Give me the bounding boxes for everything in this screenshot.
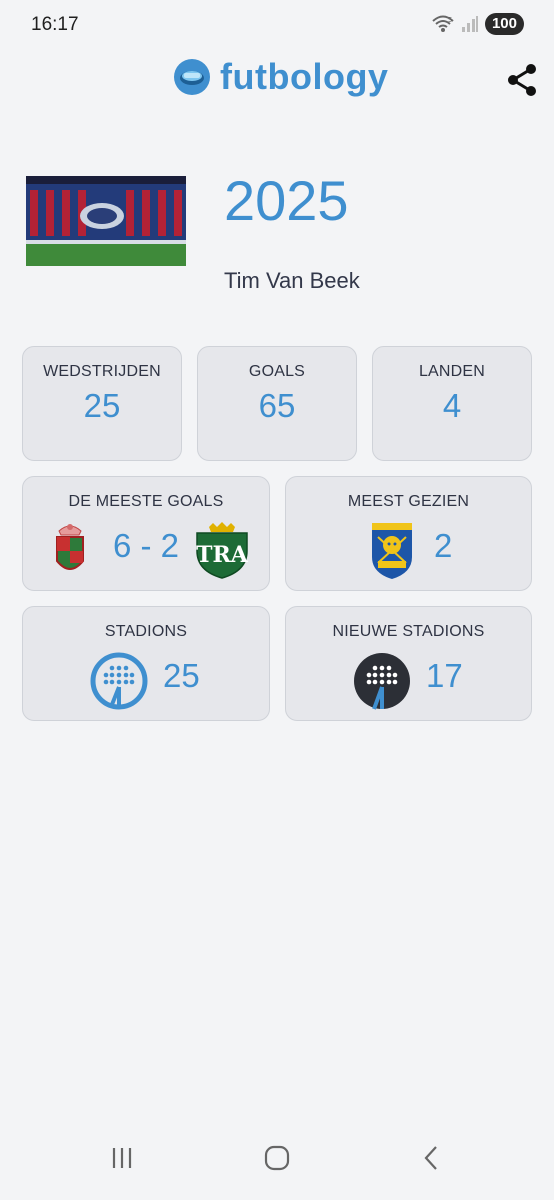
most-seen-label: MEEST GEZIEN <box>347 493 470 510</box>
countries-label: LANDEN <box>418 363 486 380</box>
matches-card[interactable]: WEDSTRIJDEN 25 <box>22 346 182 461</box>
matches-value: 25 <box>83 387 121 424</box>
user-name: Tim Van Beek <box>224 268 360 293</box>
status-bar: 16:17 5 100 <box>0 0 554 52</box>
status-time: 16:17 <box>31 14 79 35</box>
app-brand: futbology <box>172 56 388 98</box>
new-stadium-icon <box>354 653 410 710</box>
most-seen-card[interactable]: MEEST GEZIEN 2 <box>285 476 532 591</box>
away-team-crest-icon: TRA <box>196 522 249 579</box>
goals-value: 65 <box>258 387 296 424</box>
home-team-crest-icon <box>56 524 84 570</box>
stadium-logo-icon <box>174 59 210 95</box>
app-name: futbology <box>220 56 389 97</box>
stadiums-label: STADIONS <box>104 623 188 640</box>
stadiums-card[interactable]: STADIONS 25 <box>22 606 270 721</box>
signal-icon <box>461 16 478 32</box>
new-stadiums-card[interactable]: NIEUWE STADIONS 17 <box>285 606 532 721</box>
stadiums-value: 25 <box>163 657 200 694</box>
most-seen-value: 2 <box>434 527 453 564</box>
status-icons: 5 100 <box>431 13 524 35</box>
year-title: 2025 <box>224 169 349 232</box>
back-icon[interactable] <box>412 1138 452 1178</box>
goals-label: GOALS <box>248 363 306 380</box>
most-goals-card[interactable]: DE MEESTE GOALS 6 - 2 TRA <box>22 476 270 591</box>
recent-apps-icon[interactable] <box>102 1138 142 1178</box>
stadium-photo <box>26 176 186 266</box>
new-stadiums-label: NIEUWE STADIONS <box>332 623 485 640</box>
stadium-icon <box>90 652 148 710</box>
home-icon[interactable] <box>257 1138 297 1178</box>
countries-value: 4 <box>442 387 462 424</box>
countries-card[interactable]: LANDEN 4 <box>372 346 532 461</box>
most-goals-score: 6 - 2 <box>113 527 180 564</box>
wifi-icon: 5 <box>432 15 454 32</box>
battery-indicator: 100 <box>484 13 524 35</box>
share-icon[interactable] <box>504 62 540 98</box>
svg-text:5: 5 <box>448 16 452 24</box>
goals-card[interactable]: GOALS 65 <box>197 346 357 461</box>
most-goals-label: DE MEESTE GOALS <box>68 493 224 510</box>
new-stadiums-value: 17 <box>426 657 463 694</box>
svg-text:TRA: TRA <box>196 542 249 568</box>
system-nav-bar <box>0 1120 554 1200</box>
most-seen-team-crest-icon <box>372 523 412 579</box>
matches-label: WEDSTRIJDEN <box>43 363 161 380</box>
